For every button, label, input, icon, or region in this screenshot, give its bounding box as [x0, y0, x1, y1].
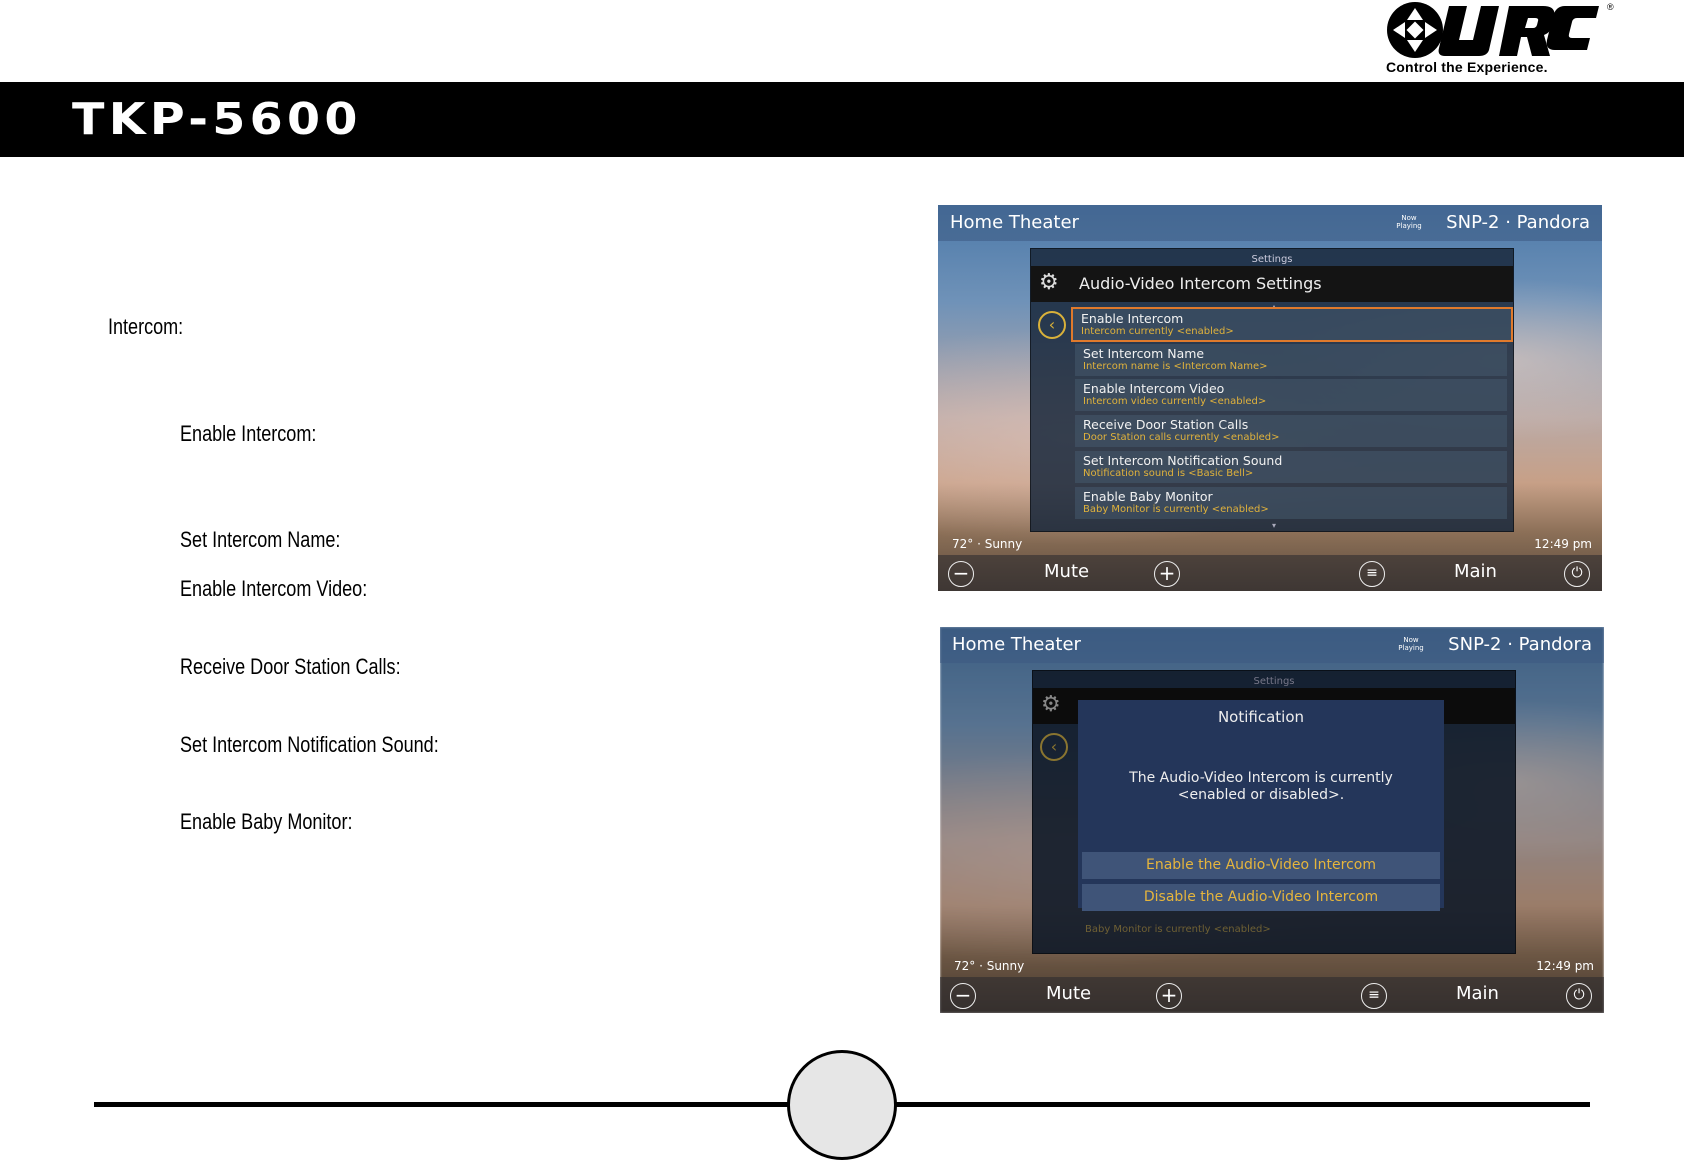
- row-subtitle: Baby Monitor is currently <enabled>: [1083, 504, 1269, 515]
- volume-down-icon[interactable]: −: [948, 561, 974, 587]
- panel-title: Audio-Video Intercom Settings: [1079, 274, 1322, 293]
- enable-intercom-button[interactable]: Enable the Audio-Video Intercom: [1082, 852, 1440, 879]
- power-icon[interactable]: ⏻: [1564, 561, 1590, 587]
- row-subtitle: Intercom currently <enabled>: [1081, 326, 1234, 337]
- top-bar: Home Theater Now Playing SNP-2 · Pandora: [940, 627, 1604, 663]
- status-bar: 72° · Sunny 12:49 pm: [938, 536, 1602, 554]
- tools-icon: ⚙: [1041, 692, 1061, 717]
- bottom-bar: − Mute + ≡ Main ⏻: [938, 555, 1602, 591]
- volume-down-icon[interactable]: −: [950, 983, 976, 1009]
- tools-icon: ⚙: [1039, 270, 1059, 295]
- top-bar: Home Theater Now Playing SNP-2 · Pandora: [938, 205, 1602, 241]
- room-name[interactable]: Home Theater: [952, 634, 1081, 655]
- menu-row-baby-monitor[interactable]: Enable Baby Monitor Baby Monitor is curr…: [1075, 487, 1507, 519]
- row-title: Receive Door Station Calls: [1083, 417, 1249, 432]
- row-title: Enable Intercom: [1081, 311, 1184, 326]
- clock-text: 12:49 pm: [1536, 959, 1594, 973]
- row-title: Set Intercom Name: [1083, 346, 1205, 361]
- section-label-intercom: Intercom:: [108, 314, 184, 339]
- weather-text: 72° · Sunny: [952, 537, 1023, 551]
- row-title: Set Intercom Notification Sound: [1083, 453, 1283, 468]
- dialog-message-line2: <enabled or disabled>.: [1177, 787, 1345, 803]
- header-bar: TKP-5600: [0, 82, 1684, 157]
- label-enable-intercom-video: Enable Intercom Video:: [180, 576, 368, 601]
- row-subtitle: Notification sound is <Basic Bell>: [1083, 468, 1254, 479]
- back-icon[interactable]: ‹: [1038, 311, 1066, 339]
- volume-up-icon[interactable]: +: [1154, 561, 1180, 587]
- dialog-message-line1: The Audio-Video Intercom is currently: [1129, 770, 1393, 786]
- notification-dialog: Notification The Audio-Video Intercom is…: [1078, 700, 1444, 911]
- label-receive-door-station-calls: Receive Door Station Calls:: [180, 654, 401, 679]
- row-subtitle: Intercom video currently <enabled>: [1083, 396, 1267, 407]
- menu-row-notification-sound[interactable]: Set Intercom Notification Sound Notifica…: [1075, 451, 1507, 483]
- settings-caption: Settings: [1251, 254, 1293, 265]
- row-title: Enable Baby Monitor: [1083, 489, 1213, 504]
- settings-caption: Settings: [1253, 676, 1295, 687]
- list-icon[interactable]: ≡: [1361, 983, 1387, 1009]
- row-subtitle: Intercom name is <Intercom Name>: [1083, 361, 1268, 372]
- chevron-down-icon: ▾: [1272, 521, 1277, 530]
- page-title: TKP-5600: [72, 94, 362, 145]
- volume-up-icon[interactable]: +: [1156, 983, 1182, 1009]
- source-name[interactable]: SNP-2 · Pandora: [1446, 212, 1590, 233]
- room-name[interactable]: Home Theater: [950, 212, 1079, 233]
- mute-button[interactable]: Mute: [1046, 983, 1091, 1004]
- notification-screenshot: Home Theater Now Playing SNP-2 · Pandora …: [940, 627, 1604, 1013]
- page-number-circle: [787, 1050, 897, 1160]
- label-enable-intercom: Enable Intercom:: [180, 421, 317, 446]
- panel-header: ⚙ Audio-Video Intercom Settings: [1031, 266, 1513, 302]
- list-icon[interactable]: ≡: [1359, 561, 1385, 587]
- label-set-notification-sound: Set Intercom Notification Sound:: [180, 732, 439, 757]
- now-playing-label: Now Playing: [1398, 636, 1424, 652]
- clock-text: 12:49 pm: [1534, 537, 1592, 551]
- dialog-title: Notification: [1217, 708, 1305, 726]
- row-subtitle: Door Station calls currently <enabled>: [1083, 432, 1280, 443]
- status-bar: 72° · Sunny 12:49 pm: [940, 958, 1604, 976]
- settings-screenshot: Home Theater Now Playing SNP-2 · Pandora …: [938, 205, 1602, 591]
- menu-row-enable-intercom-video[interactable]: Enable Intercom Video Intercom video cur…: [1075, 379, 1507, 411]
- row-title: Enable Intercom Video: [1083, 381, 1225, 396]
- settings-panel: Settings ⚙ Audio-Video Intercom Settings…: [1030, 248, 1514, 532]
- ghost-row-text: Baby Monitor is currently <enabled>: [1085, 924, 1271, 935]
- weather-text: 72° · Sunny: [954, 959, 1025, 973]
- power-icon[interactable]: ⏻: [1566, 983, 1592, 1009]
- back-icon: ‹: [1040, 733, 1068, 761]
- disable-intercom-button[interactable]: Disable the Audio-Video Intercom: [1082, 884, 1440, 911]
- dialog-message: The Audio-Video Intercom is currently <e…: [1078, 770, 1444, 804]
- registered-mark: ®: [1607, 2, 1614, 12]
- label-set-intercom-name: Set Intercom Name:: [180, 527, 341, 552]
- urc-logo: Control the Experience. ®: [1385, 0, 1615, 82]
- main-button[interactable]: Main: [1454, 561, 1497, 582]
- menu-row-set-intercom-name[interactable]: Set Intercom Name Intercom name is <Inte…: [1075, 344, 1507, 376]
- source-name[interactable]: SNP-2 · Pandora: [1448, 634, 1592, 655]
- now-playing-label: Now Playing: [1396, 214, 1422, 230]
- logo-tagline: Control the Experience.: [1386, 59, 1548, 75]
- menu-row-door-station-calls[interactable]: Receive Door Station Calls Door Station …: [1075, 415, 1507, 447]
- mute-button[interactable]: Mute: [1044, 561, 1089, 582]
- urc-logo-mark: [1387, 2, 1599, 58]
- main-button[interactable]: Main: [1456, 983, 1499, 1004]
- bottom-bar: − Mute + ≡ Main ⏻: [940, 977, 1604, 1013]
- label-enable-baby-monitor: Enable Baby Monitor:: [180, 809, 353, 834]
- menu-row-enable-intercom[interactable]: Enable Intercom Intercom currently <enab…: [1071, 307, 1513, 342]
